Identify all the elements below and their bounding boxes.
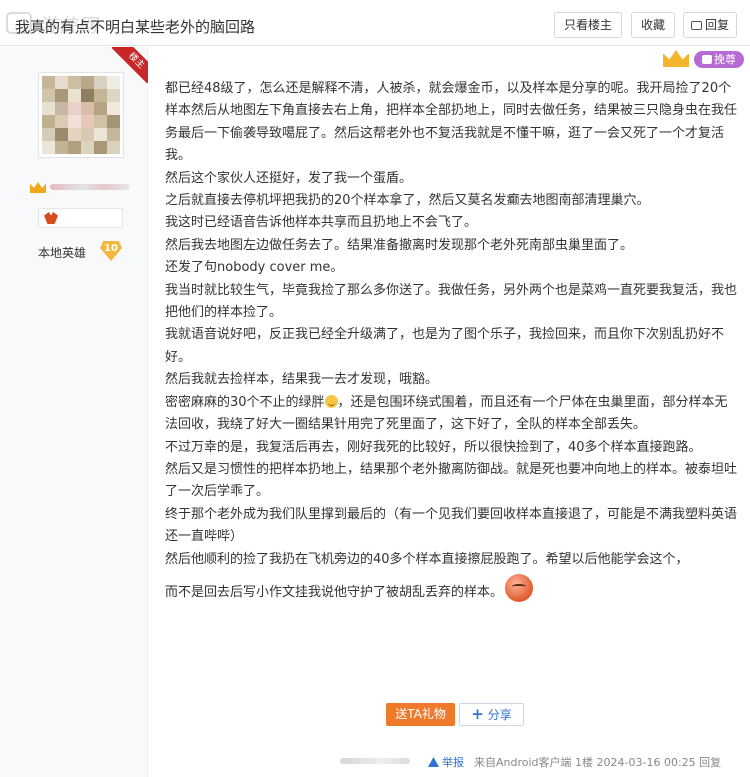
medal-icon: [44, 212, 58, 224]
thread-header: 游侠网 我真的有点不明白某些老外的脑回路 只看楼主 收藏 回复: [0, 0, 750, 46]
level-number: 10: [104, 243, 118, 254]
post-paragraph: 我这时已经语音告诉他样本共享而且扔地上不会飞了。: [165, 215, 478, 231]
share-button[interactable]: + 分享: [459, 703, 524, 726]
share-label: 分享: [487, 708, 512, 722]
post-paragraph: 之后就直接去停机坪把我扔的20个样本拿了，然后又莫名发癫去地图南部清理巢穴。: [165, 193, 650, 209]
post-paragraph: 然后他顺利的捡了我扔在飞机旁边的40多个样本直接擦屁股跑了。希望以后他能学会这个…: [165, 551, 689, 567]
reply-icon: [690, 21, 702, 30]
post-paragraph: 还发了句nobody cover me。: [165, 260, 344, 276]
embarrassed-emoji-icon: [505, 573, 534, 602]
report-link[interactable]: 举报: [428, 754, 464, 770]
post-paragraph: 然后我去地图左边做任务去了。结果准备撤离时发现那个老外死南部虫巢里面了。: [165, 237, 634, 253]
avatar-mosaic: [42, 76, 120, 154]
post-text: 密密麻麻的30个不止的绿胖: [165, 394, 325, 410]
avatar[interactable]: [38, 72, 124, 158]
favorite-button[interactable]: 收藏: [631, 12, 675, 38]
send-gift-button[interactable]: 送TA礼物: [386, 703, 455, 726]
crown-icon: [30, 179, 46, 193]
reply-label: 回复: [704, 18, 729, 32]
level-badge-icon: 10: [100, 241, 122, 261]
post-paragraph: 我当时就比较生气，毕竟我捡了那么多你送了。我做任务，另外两个也是菜鸡一直死要我复…: [165, 282, 738, 321]
post-paragraph: 我就语音说好吧，反正我已经全升级满了，也是为了图个乐子，我捡回来，而且你下次别乱…: [165, 327, 725, 365]
medal-box: [38, 208, 123, 228]
post-paragraph: 然后我就去捡样本，结果我一去才发现，哦豁。: [165, 372, 439, 388]
post-content: 都已经48级了，怎么还是解释不清，人被杀，就会爆金币，以及样本是分享的呢。我开局…: [165, 78, 740, 615]
only-op-button[interactable]: 只看楼主: [554, 12, 622, 38]
post-meta: 来自Android客户端 1楼 2024-03-16 00:25 回复: [474, 756, 722, 769]
share-plus-icon: +: [471, 705, 484, 723]
username-row[interactable]: [30, 179, 140, 195]
post-paragraph: 然后这个家伙人还挺好，发了我一个蛋盾。: [165, 170, 413, 186]
post-footer: 举报 来自Android客户端 1楼 2024-03-16 00:25 回复: [340, 754, 745, 770]
report-label: 举报: [442, 756, 464, 769]
warning-icon: [428, 757, 439, 767]
signature-blurred: [340, 758, 410, 764]
vip-crown-icon: [663, 48, 689, 68]
level-title: 本地英雄: [38, 246, 87, 260]
reply-button[interactable]: 回复: [683, 12, 737, 38]
post-paragraph-with-emoji: 而不是回去后写小作文挂我说他守护了被胡乱丢弃的样本。: [165, 571, 740, 615]
post-paragraph: 终于那个老外成为我们队里撑到最后的（有一个见我们要回收样本直接退了，可能是不满我…: [165, 506, 738, 545]
post-text: 而不是回去后写小作文挂我说他守护了被胡乱丢弃的样本。: [165, 584, 504, 600]
vip-badge-label: 挽尊: [714, 53, 736, 66]
post-paragraph-with-emoji: 密密麻麻的30个不止的绿胖 ，还是包围环绕式围着，而且还有一个尸体在虫巢里面，部分…: [165, 392, 740, 437]
post-paragraph: 都已经48级了，怎么还是解释不清，人被杀，就会爆金币，以及样本是分享的呢。我开局…: [165, 81, 738, 164]
vip-badge: 挽尊: [694, 51, 744, 68]
user-level: 本地英雄 10: [30, 238, 123, 264]
post-paragraph: 然后又是习惯性的把样本扔地上，结果那个老外撤离防御战。就是死也要冲向地上的样本。…: [165, 461, 738, 500]
thread-title: 我真的有点不明白某些老外的脑回路: [15, 18, 256, 36]
grin-emoji-icon: [324, 394, 338, 408]
post-paragraph: 不过万幸的是，我复活后再去，刚好我死的比较好，所以很快捡到了，40多个样本直接跑…: [165, 439, 702, 455]
username-blurred: [50, 184, 130, 190]
vip-icon: [702, 55, 712, 64]
